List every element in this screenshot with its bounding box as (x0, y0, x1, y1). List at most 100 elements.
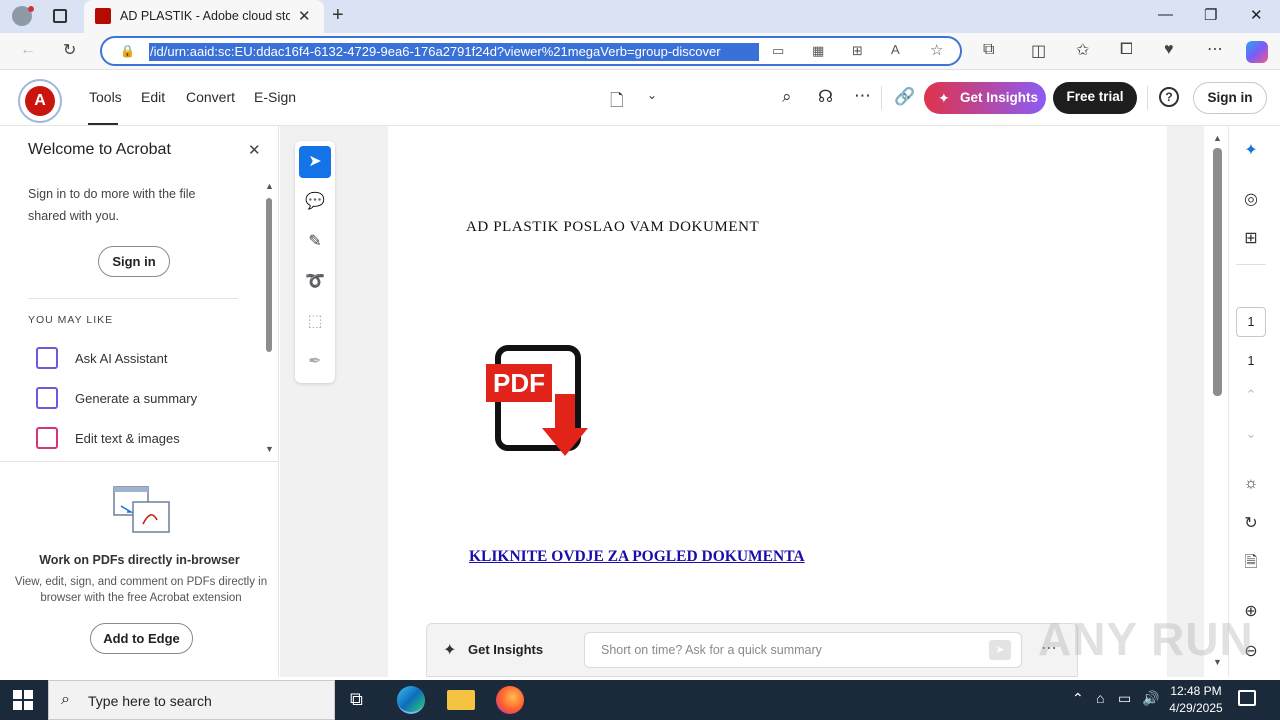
taskbar-search[interactable]: ⌕ Type here to search (48, 680, 335, 720)
new-tab-icon[interactable]: + (332, 4, 344, 27)
refresh-icon[interactable]: ↻ (63, 40, 76, 60)
header-sign-in-button[interactable]: Sign in (1193, 82, 1267, 114)
quick-summary-input[interactable]: Short on time? Ask for a quick summary ➤ (584, 632, 1022, 668)
send-icon[interactable]: ➤ (989, 640, 1011, 660)
window-close-icon[interactable]: ✕ (1250, 6, 1263, 24)
extensions-icon[interactable]: ⧉ (983, 41, 994, 59)
maximize-icon[interactable]: ❐ (1204, 6, 1217, 24)
text-tool-icon[interactable]: ⬚ (299, 306, 331, 338)
url-text[interactable]: /id/urn:aaid:sc:EU:ddac16f4-6132-4729-9e… (149, 43, 759, 61)
browser-tab-bar: AD PLASTIK - Adobe cloud storag ✕ + — ❐ … (0, 0, 1280, 33)
page-view-icon[interactable]: 🗋 (610, 88, 624, 117)
back-icon[interactable]: ← (20, 41, 36, 59)
scroll-up-arrow[interactable]: ▲ (265, 181, 274, 191)
windows-taskbar: ⌕ Type here to search ⧉ ⌃ ⌂ ▭ 🔊 12:48 PM… (0, 680, 1280, 720)
edit-text-images-icon (36, 427, 58, 449)
search-icon[interactable]: ⌕ (782, 87, 792, 107)
chevron-down-icon[interactable]: ⌄ (647, 88, 657, 102)
clock-time[interactable]: 12:48 PM (1166, 684, 1226, 698)
app-available-icon[interactable]: ▭ (772, 43, 784, 59)
summary-icon (36, 387, 58, 409)
acrobat-header: A Tools Edit Convert E-Sign 🗋 ⌄ ⌕ ☊ ⋯ 🔗 … (0, 70, 1280, 126)
close-panel-icon[interactable]: ✕ (248, 141, 261, 159)
menu-edit[interactable]: Edit (141, 89, 165, 105)
annotation-toolbar: ➤ 💬 ✎ ➰ ⬚ ✒ (295, 141, 335, 383)
more-options-icon[interactable]: ⋯ (854, 86, 871, 106)
task-view-icon[interactable]: ⧉ (350, 689, 363, 710)
copilot-icon[interactable] (1246, 41, 1268, 63)
select-tool-icon[interactable]: ➤ (299, 146, 331, 178)
minimize-icon[interactable]: — (1158, 6, 1173, 23)
highlight-tool-icon[interactable]: ✎ (299, 226, 331, 258)
menu-tools[interactable]: Tools (89, 89, 122, 105)
favorite-star-icon[interactable]: ☆ (930, 41, 943, 59)
split-screen-icon[interactable]: ◫ (1031, 41, 1046, 61)
windows-start-icon[interactable] (13, 690, 33, 710)
close-tab-icon[interactable]: ✕ (298, 7, 311, 25)
get-insights-label: Get Insights (960, 90, 1039, 105)
tab-active[interactable]: AD PLASTIK - Adobe cloud storag ✕ (84, 0, 324, 33)
show-hidden-icons[interactable]: ⌃ (1072, 690, 1084, 707)
watermark: ANY RUN (1038, 613, 1254, 665)
comments-icon[interactable]: ◎ (1241, 190, 1261, 210)
document-properties-icon[interactable]: 🗎 (1241, 553, 1261, 573)
total-pages: 1 (1247, 354, 1255, 368)
device-icon[interactable]: ⌂ (1096, 690, 1104, 706)
file-explorer-icon[interactable] (447, 690, 475, 710)
taskbar-search-placeholder: Type here to search (88, 693, 212, 709)
menu-esign[interactable]: E-Sign (254, 89, 296, 105)
extension-title: Work on PDFs directly in-browser (39, 553, 240, 567)
page-down-icon[interactable]: ⌄ (1241, 424, 1261, 444)
lock-icon: 🔒 (120, 44, 135, 58)
edge-taskbar-icon[interactable] (397, 686, 425, 714)
quick-summary-placeholder: Short on time? Ask for a quick summary (601, 643, 822, 657)
viewer-scrollbar[interactable] (1213, 148, 1222, 396)
get-insights-button[interactable]: ✦ Get Insights (924, 82, 1046, 114)
pdf-page: AD PLASTIK POSLAO VAM DOKUMENT PDF KLIKN… (388, 126, 1167, 677)
thumbnails-grid-icon[interactable]: ⊞ (1241, 229, 1261, 249)
current-page-field[interactable]: 1 (1236, 307, 1266, 337)
adobe-favicon-icon (95, 8, 111, 24)
ai-summary-icon[interactable]: ✦ (1241, 141, 1261, 161)
link-icon[interactable]: 🔗 (894, 87, 915, 107)
clock-date[interactable]: 4/29/2025 (1162, 701, 1230, 715)
header-divider-2 (1147, 86, 1148, 110)
address-toolbar: ← ↻ 🔒 /id/urn:aaid:sc:EU:ddac16f4-6132-4… (0, 33, 1280, 70)
settings-more-icon[interactable]: ⋯ (1207, 39, 1223, 59)
active-menu-indicator (88, 123, 118, 125)
volume-icon[interactable]: 🔊 (1142, 690, 1159, 707)
rotate-icon[interactable]: ↻ (1241, 514, 1261, 534)
comment-tool-icon[interactable]: 💬 (299, 186, 331, 218)
ai-assistant-icon (36, 347, 58, 369)
read-aloud-icon[interactable]: A (891, 42, 900, 57)
notifications-icon[interactable] (1238, 690, 1256, 706)
scroll-down-arrow[interactable]: ▼ (265, 444, 274, 454)
acrobat-logo-icon: A (25, 86, 55, 116)
page-up-icon[interactable]: ⌃ (1241, 385, 1261, 405)
pdf-badge-text: PDF (493, 368, 545, 398)
address-field[interactable]: 🔒 /id/urn:aaid:sc:EU:ddac16f4-6132-4729-… (100, 36, 962, 66)
extensions-addressbar-icon[interactable]: ⊞ (852, 43, 863, 59)
acrobat-logo[interactable]: A (18, 79, 62, 123)
draw-tool-icon[interactable]: ➰ (299, 266, 331, 298)
menu-convert[interactable]: Convert (186, 89, 235, 105)
favorites-icon[interactable]: ✩ (1076, 40, 1089, 60)
help-icon[interactable]: ? (1159, 87, 1179, 107)
viewer-scroll-up-arrow[interactable]: ▲ (1213, 133, 1222, 143)
qr-code-icon[interactable]: ▦ (812, 43, 824, 59)
theme-toggle-icon[interactable]: ☼ (1241, 474, 1261, 494)
panel-scrollbar[interactable] (266, 198, 272, 352)
tab-actions-icon[interactable] (53, 9, 67, 23)
view-document-link[interactable]: KLIKNITE OVDJE ZA POGLED DOKUMENTA (469, 548, 805, 566)
headphones-icon[interactable]: ☊ (818, 87, 833, 107)
network-icon[interactable]: ▭ (1118, 690, 1131, 707)
browser-extension-illustration (113, 486, 170, 533)
add-to-edge-button[interactable]: Add to Edge (90, 623, 193, 654)
notification-dot (28, 6, 34, 12)
firefox-icon[interactable] (496, 686, 524, 714)
free-trial-button[interactable]: Free trial (1053, 82, 1137, 114)
sign-tool-icon[interactable]: ✒ (299, 346, 331, 378)
performance-icon[interactable]: ♥ (1164, 41, 1174, 59)
collections-icon[interactable]: ⧠ (1120, 41, 1133, 59)
panel-sign-in-button[interactable]: Sign in (98, 246, 170, 277)
